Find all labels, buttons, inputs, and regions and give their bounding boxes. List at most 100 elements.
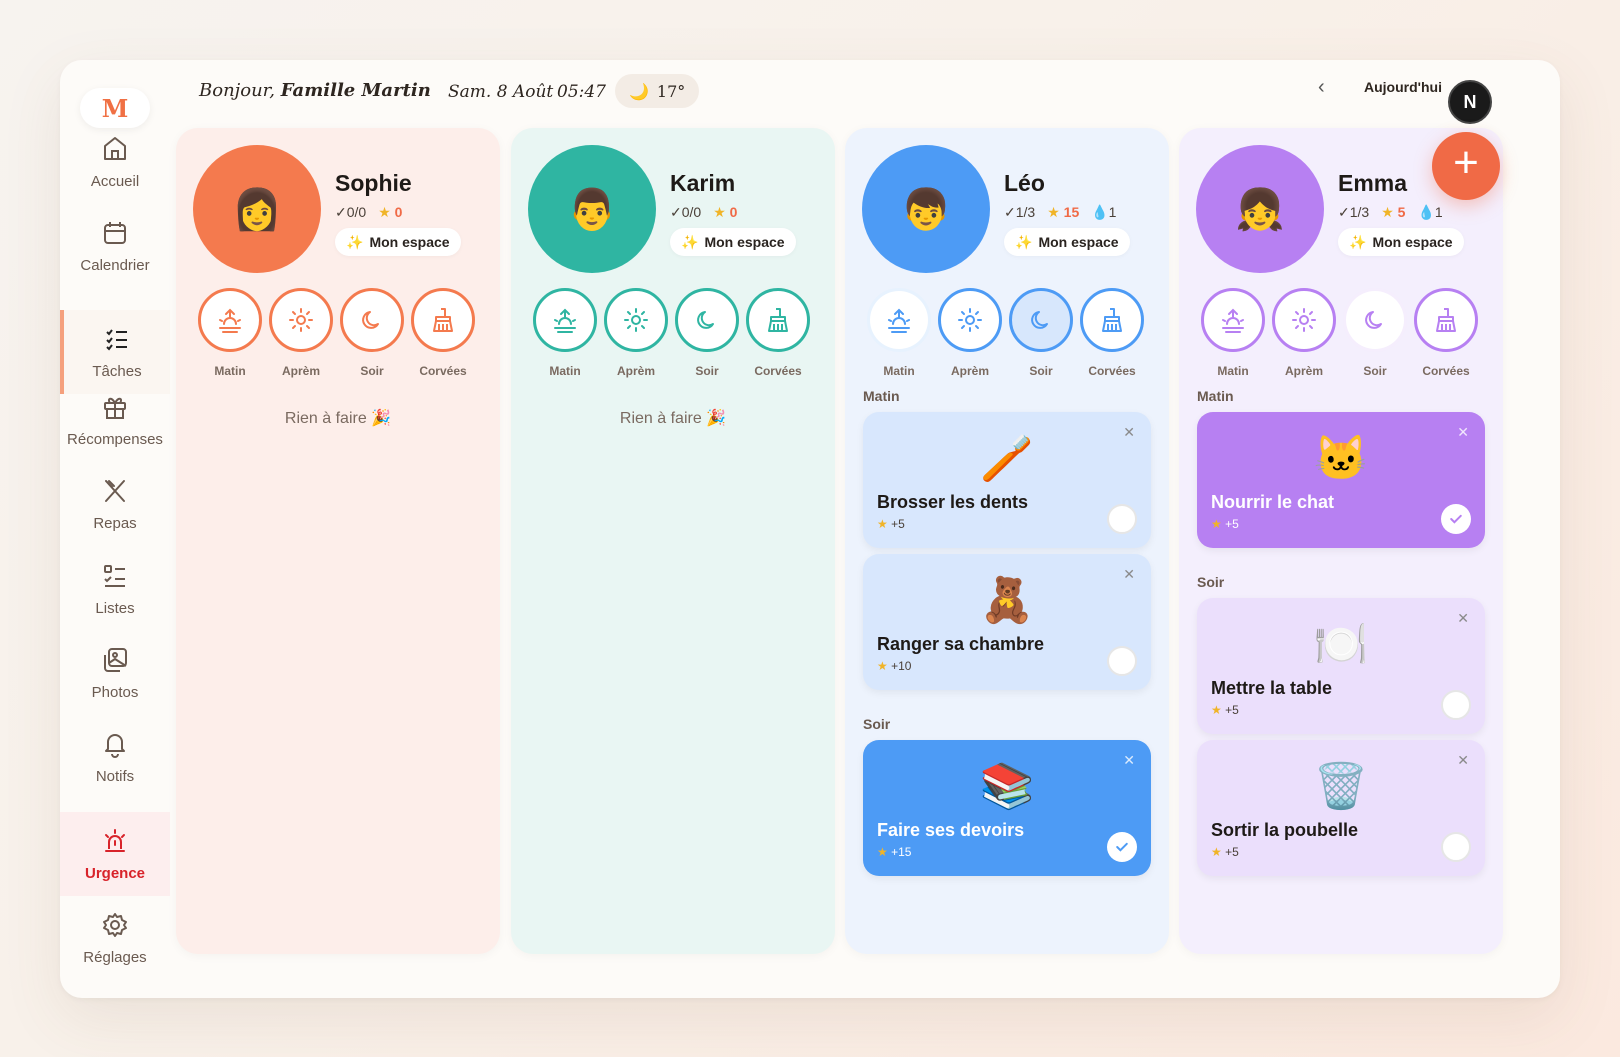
close-icon[interactable]: ✕	[1123, 424, 1135, 441]
star-icon: ★	[877, 845, 888, 859]
sidebar-item-home[interactable]: Accueil	[60, 120, 170, 204]
close-icon[interactable]: ✕	[1457, 424, 1469, 441]
tasks-done-count: ✓1/3	[1004, 204, 1036, 220]
mon-espace-button[interactable]: ✨ Mon espace	[1004, 228, 1130, 256]
period-ring	[604, 288, 668, 352]
period-filter-matin[interactable]: Matin	[533, 288, 597, 378]
sidebar-item-label: Tâches	[92, 362, 142, 380]
today-button[interactable]: Aujourd'hui	[1364, 79, 1442, 95]
task-checkbox[interactable]	[1441, 504, 1471, 534]
mon-espace-label: Mon espace	[369, 234, 450, 250]
mon-espace-button[interactable]: ✨ Mon espace	[1338, 228, 1464, 256]
mon-espace-label: Mon espace	[1372, 234, 1453, 250]
close-icon[interactable]: ✕	[1123, 566, 1135, 583]
sidebar-item-photos[interactable]: Photos	[60, 631, 170, 715]
task-points: ★ +10	[877, 659, 911, 673]
moon-icon	[362, 311, 379, 329]
sunrise-icon	[888, 308, 910, 333]
utensils-icon	[105, 479, 125, 502]
calendar-icon	[104, 221, 126, 244]
task-name: Sortir la poubelle	[1211, 820, 1359, 840]
close-icon[interactable]: ✕	[1457, 610, 1469, 627]
sidebar-item-utensils[interactable]: Repas	[60, 462, 170, 546]
sidebar-item-bell[interactable]: Notifs	[60, 715, 170, 799]
temperature: 17°	[656, 81, 686, 101]
task-points-value: +5	[1225, 845, 1239, 859]
member-stats: ✓1/3 ★ 5 💧1	[1338, 204, 1443, 221]
period-filter-matin[interactable]: Matin	[867, 288, 931, 378]
greeting-prefix: Bonjour,	[199, 80, 276, 101]
task-card[interactable]: 📚 ✕ Faire ses devoirs ★ +15	[863, 740, 1151, 876]
member-avatar[interactable]: 👩	[193, 145, 321, 273]
close-icon[interactable]: ✕	[1123, 752, 1135, 769]
sidebar-item-gift[interactable]: Récompenses	[60, 378, 170, 462]
list-icon	[104, 564, 125, 587]
sun-icon	[289, 308, 313, 332]
points-value: 5	[1397, 204, 1406, 220]
period-filter-aprèm[interactable]: Aprèm	[1272, 288, 1336, 378]
previous-day-button[interactable]: ‹	[1318, 76, 1325, 99]
moon-icon	[1365, 311, 1382, 329]
period-filter-soir[interactable]: Soir	[340, 288, 404, 378]
section-title: Matin	[1197, 388, 1234, 404]
member-name: Karim	[670, 170, 736, 196]
points-value: 0	[729, 204, 738, 220]
member-stats: ✓0/0 ★ 0	[670, 204, 749, 221]
period-filter-matin[interactable]: Matin	[1201, 288, 1265, 378]
period-filter-soir[interactable]: Soir	[1009, 288, 1073, 378]
member-column: 👧 Emma ✓1/3 ★ 5 💧1 ✨ Mon espace Matin Apr…	[1179, 128, 1503, 954]
sun-icon	[624, 308, 648, 332]
close-icon[interactable]: ✕	[1457, 752, 1469, 769]
task-card[interactable]: 🐱 ✕ Nourrir le chat ★ +5	[1197, 412, 1485, 548]
add-task-button[interactable]: +	[1432, 132, 1500, 200]
sidebar-item-label: Photos	[91, 683, 139, 701]
period-filter-aprèm[interactable]: Aprèm	[938, 288, 1002, 378]
sidebar-item-list[interactable]: Listes	[60, 547, 170, 631]
period-ring	[1201, 288, 1265, 352]
period-filter-corvées[interactable]: Corvées	[1080, 288, 1144, 378]
task-card[interactable]: 🗑️ ✕ Sortir la poubelle ★ +5	[1197, 740, 1485, 876]
member-avatar[interactable]: 👧	[1196, 145, 1324, 273]
star-icon: ★	[1211, 703, 1222, 717]
period-filter-soir[interactable]: Soir	[1343, 288, 1407, 378]
task-name: Ranger sa chambre	[877, 634, 1045, 654]
member-avatar[interactable]: 👨	[528, 145, 656, 273]
sidebar-item-siren[interactable]: Urgence	[60, 812, 170, 896]
task-icon: 🧸	[979, 576, 1035, 625]
task-checkbox[interactable]	[1107, 646, 1137, 676]
period-ring	[411, 288, 475, 352]
sun-icon	[1292, 308, 1316, 332]
period-label: Corvées	[754, 364, 802, 378]
mon-espace-button[interactable]: ✨ Mon espace	[335, 228, 461, 256]
task-checkbox[interactable]	[1107, 832, 1137, 862]
period-filter-soir[interactable]: Soir	[675, 288, 739, 378]
period-filter-aprèm[interactable]: Aprèm	[604, 288, 668, 378]
period-label: Soir	[360, 364, 384, 378]
sidebar-item-gear[interactable]: Réglages	[60, 896, 170, 980]
sparkle-icon: ✨	[1015, 233, 1033, 250]
period-filter-corvées[interactable]: Corvées	[411, 288, 475, 378]
photos-icon	[104, 647, 127, 672]
sidebar-item-label: Accueil	[90, 172, 140, 190]
task-card[interactable]: 🧸 ✕ Ranger sa chambre ★ +10	[863, 554, 1151, 690]
user-avatar[interactable]: N	[1448, 80, 1492, 124]
task-checkbox[interactable]	[1441, 690, 1471, 720]
task-checkbox[interactable]	[1107, 504, 1137, 534]
period-filter-aprèm[interactable]: Aprèm	[269, 288, 333, 378]
task-points-value: +10	[891, 659, 912, 673]
mon-espace-button[interactable]: ✨ Mon espace	[670, 228, 796, 256]
task-card[interactable]: 🪥 ✕ Brosser les dents ★ +5	[863, 412, 1151, 548]
member-column: 👨 Karim ✓0/0 ★ 0 ✨ Mon espace Matin Aprèm…	[511, 128, 835, 954]
member-avatar[interactable]: 👦	[862, 145, 990, 273]
period-filter-matin[interactable]: Matin	[198, 288, 262, 378]
task-card[interactable]: 🍽️ ✕ Mettre la table ★ +5	[1197, 598, 1485, 734]
period-label: Aprèm	[950, 364, 989, 378]
star-icon: ★	[1381, 204, 1394, 220]
family-name: Famille Martin	[280, 80, 431, 101]
period-ring	[1080, 288, 1144, 352]
sidebar-item-calendar[interactable]: Calendrier	[60, 204, 170, 288]
period-filter-corvées[interactable]: Corvées	[1414, 288, 1478, 378]
period-filter-corvées[interactable]: Corvées	[746, 288, 810, 378]
period-label: Soir	[1029, 364, 1053, 378]
task-checkbox[interactable]	[1441, 832, 1471, 862]
